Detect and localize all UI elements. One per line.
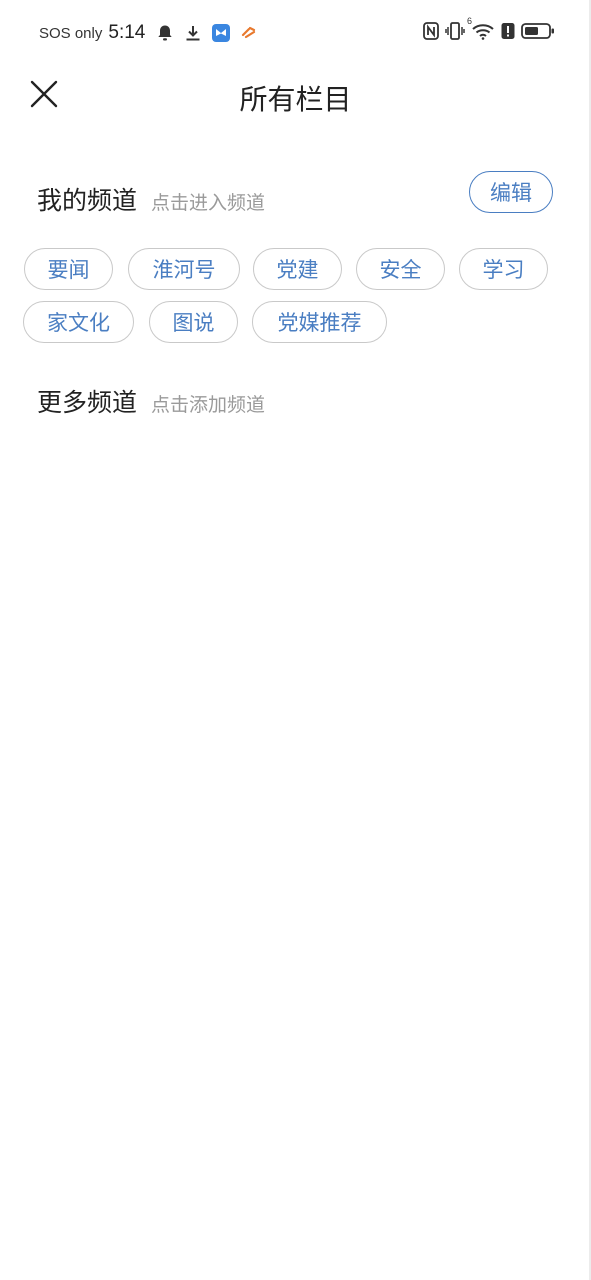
my-channels-header: 我的频道 点击进入频道: [37, 181, 265, 217]
channel-chip[interactable]: 党媒推荐: [252, 301, 387, 343]
wifi-icon: 6: [467, 16, 495, 44]
page-title: 所有栏目: [239, 83, 352, 116]
battery-icon: [521, 22, 555, 44]
app-icon-orange: [239, 23, 259, 43]
status-bar-left: SOS only 5:14: [39, 20, 263, 46]
channel-chip[interactable]: 安全: [356, 248, 445, 290]
channel-chip[interactable]: 家文化: [23, 301, 134, 343]
edit-button[interactable]: 编辑: [469, 171, 553, 213]
channel-chip[interactable]: 学习: [459, 248, 548, 290]
channel-chip[interactable]: 要闻: [24, 248, 113, 290]
channel-chip[interactable]: 图说: [149, 301, 238, 343]
alert-icon: [501, 22, 515, 44]
status-bar-right: 6: [423, 16, 555, 46]
channel-chip[interactable]: 淮河号: [128, 248, 240, 290]
vibrate-icon: [445, 22, 465, 44]
more-channels-title: 更多频道: [37, 388, 138, 417]
app-icon-blue: [211, 23, 231, 43]
wifi-6-label: 6: [467, 16, 473, 26]
my-channels-hint: 点击进入频道: [151, 192, 266, 214]
more-channels-hint: 点击添加频道: [151, 394, 266, 416]
status-bar: SOS only 5:14 6: [0, 0, 591, 66]
nfc-icon: [423, 22, 439, 44]
bell-icon: [155, 23, 175, 43]
download-icon: [183, 23, 203, 43]
my-channels-title: 我的频道: [37, 186, 138, 215]
more-channels-header: 更多频道 点击添加频道: [37, 383, 265, 419]
channel-chip[interactable]: 党建: [253, 248, 342, 290]
clock: 5:14: [108, 22, 146, 43]
carrier-label: SOS only: [39, 24, 103, 42]
